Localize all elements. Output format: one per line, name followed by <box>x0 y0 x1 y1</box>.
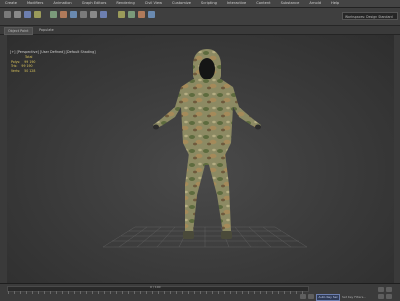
menu-item-graph-editors[interactable]: Graph Editors <box>77 0 112 7</box>
set-key-filters[interactable]: Set Key Filters... <box>342 295 366 299</box>
menu-item-create[interactable]: Create <box>0 0 22 7</box>
undo-icon[interactable] <box>4 11 11 18</box>
menu-item-interactive[interactable]: Interactive <box>222 0 251 7</box>
menu-bar: Create Modifiers Animation Graph Editors Ren… <box>0 0 400 8</box>
redo-icon[interactable] <box>14 11 21 18</box>
tab-populate[interactable]: Populate <box>36 27 57 33</box>
menu-item-arnold[interactable]: Arnold <box>304 0 326 7</box>
orbit-icon[interactable] <box>386 287 392 292</box>
menu-item-animation[interactable]: Animation <box>48 0 76 7</box>
ribbon: Object Paint Populate <box>0 26 400 35</box>
ground-grid <box>102 226 308 248</box>
camouflage-character-model[interactable] <box>153 49 261 239</box>
menu-item-rendering[interactable]: Rendering <box>111 0 139 7</box>
tab-object-paint[interactable]: Object Paint <box>4 27 33 35</box>
workspace-dropdown[interactable]: Workspaces: Design Standard <box>342 12 398 20</box>
status-bar: 0 / 100 Auto Key Sel Set Key Filters... <box>0 283 400 301</box>
align-icon[interactable] <box>118 11 125 18</box>
maximize-viewport-icon[interactable] <box>386 294 392 299</box>
mirror-icon[interactable] <box>100 11 107 18</box>
select-icon[interactable] <box>50 11 57 18</box>
scale-icon[interactable] <box>80 11 87 18</box>
menu-item-content[interactable]: Content <box>251 0 275 7</box>
menu-item-scripting[interactable]: Scripting <box>196 0 222 7</box>
timeline-ticks <box>8 291 306 294</box>
zoom-icon[interactable] <box>378 287 384 292</box>
unlink-icon[interactable] <box>34 11 41 18</box>
menu-item-civil-view[interactable]: Civil View <box>140 0 167 7</box>
key-icon[interactable] <box>300 294 306 299</box>
perspective-viewport[interactable]: [+] [Perspective] [User Defined] [Defaul… <box>7 35 394 283</box>
main-toolbar: Workspaces: Design Standard <box>0 8 400 26</box>
menu-item-customize[interactable]: Customize <box>167 0 196 7</box>
material-editor-icon[interactable] <box>138 11 145 18</box>
link-icon[interactable] <box>24 11 31 18</box>
pan-icon[interactable] <box>378 294 384 299</box>
menu-item-substance[interactable]: Substance <box>276 0 305 7</box>
move-icon[interactable] <box>60 11 67 18</box>
render-setup-icon[interactable] <box>148 11 155 18</box>
right-command-panel-edge <box>393 35 400 283</box>
snap-icon[interactable] <box>90 11 97 18</box>
menu-item-modifiers[interactable]: Modifiers <box>22 0 48 7</box>
rotate-icon[interactable] <box>70 11 77 18</box>
viewport-scene <box>102 49 308 248</box>
lock-icon[interactable] <box>308 294 314 299</box>
frame-counter: 0 / 100 <box>150 285 161 289</box>
render-icon[interactable] <box>128 11 135 18</box>
menu-item-help[interactable]: Help <box>326 0 344 7</box>
